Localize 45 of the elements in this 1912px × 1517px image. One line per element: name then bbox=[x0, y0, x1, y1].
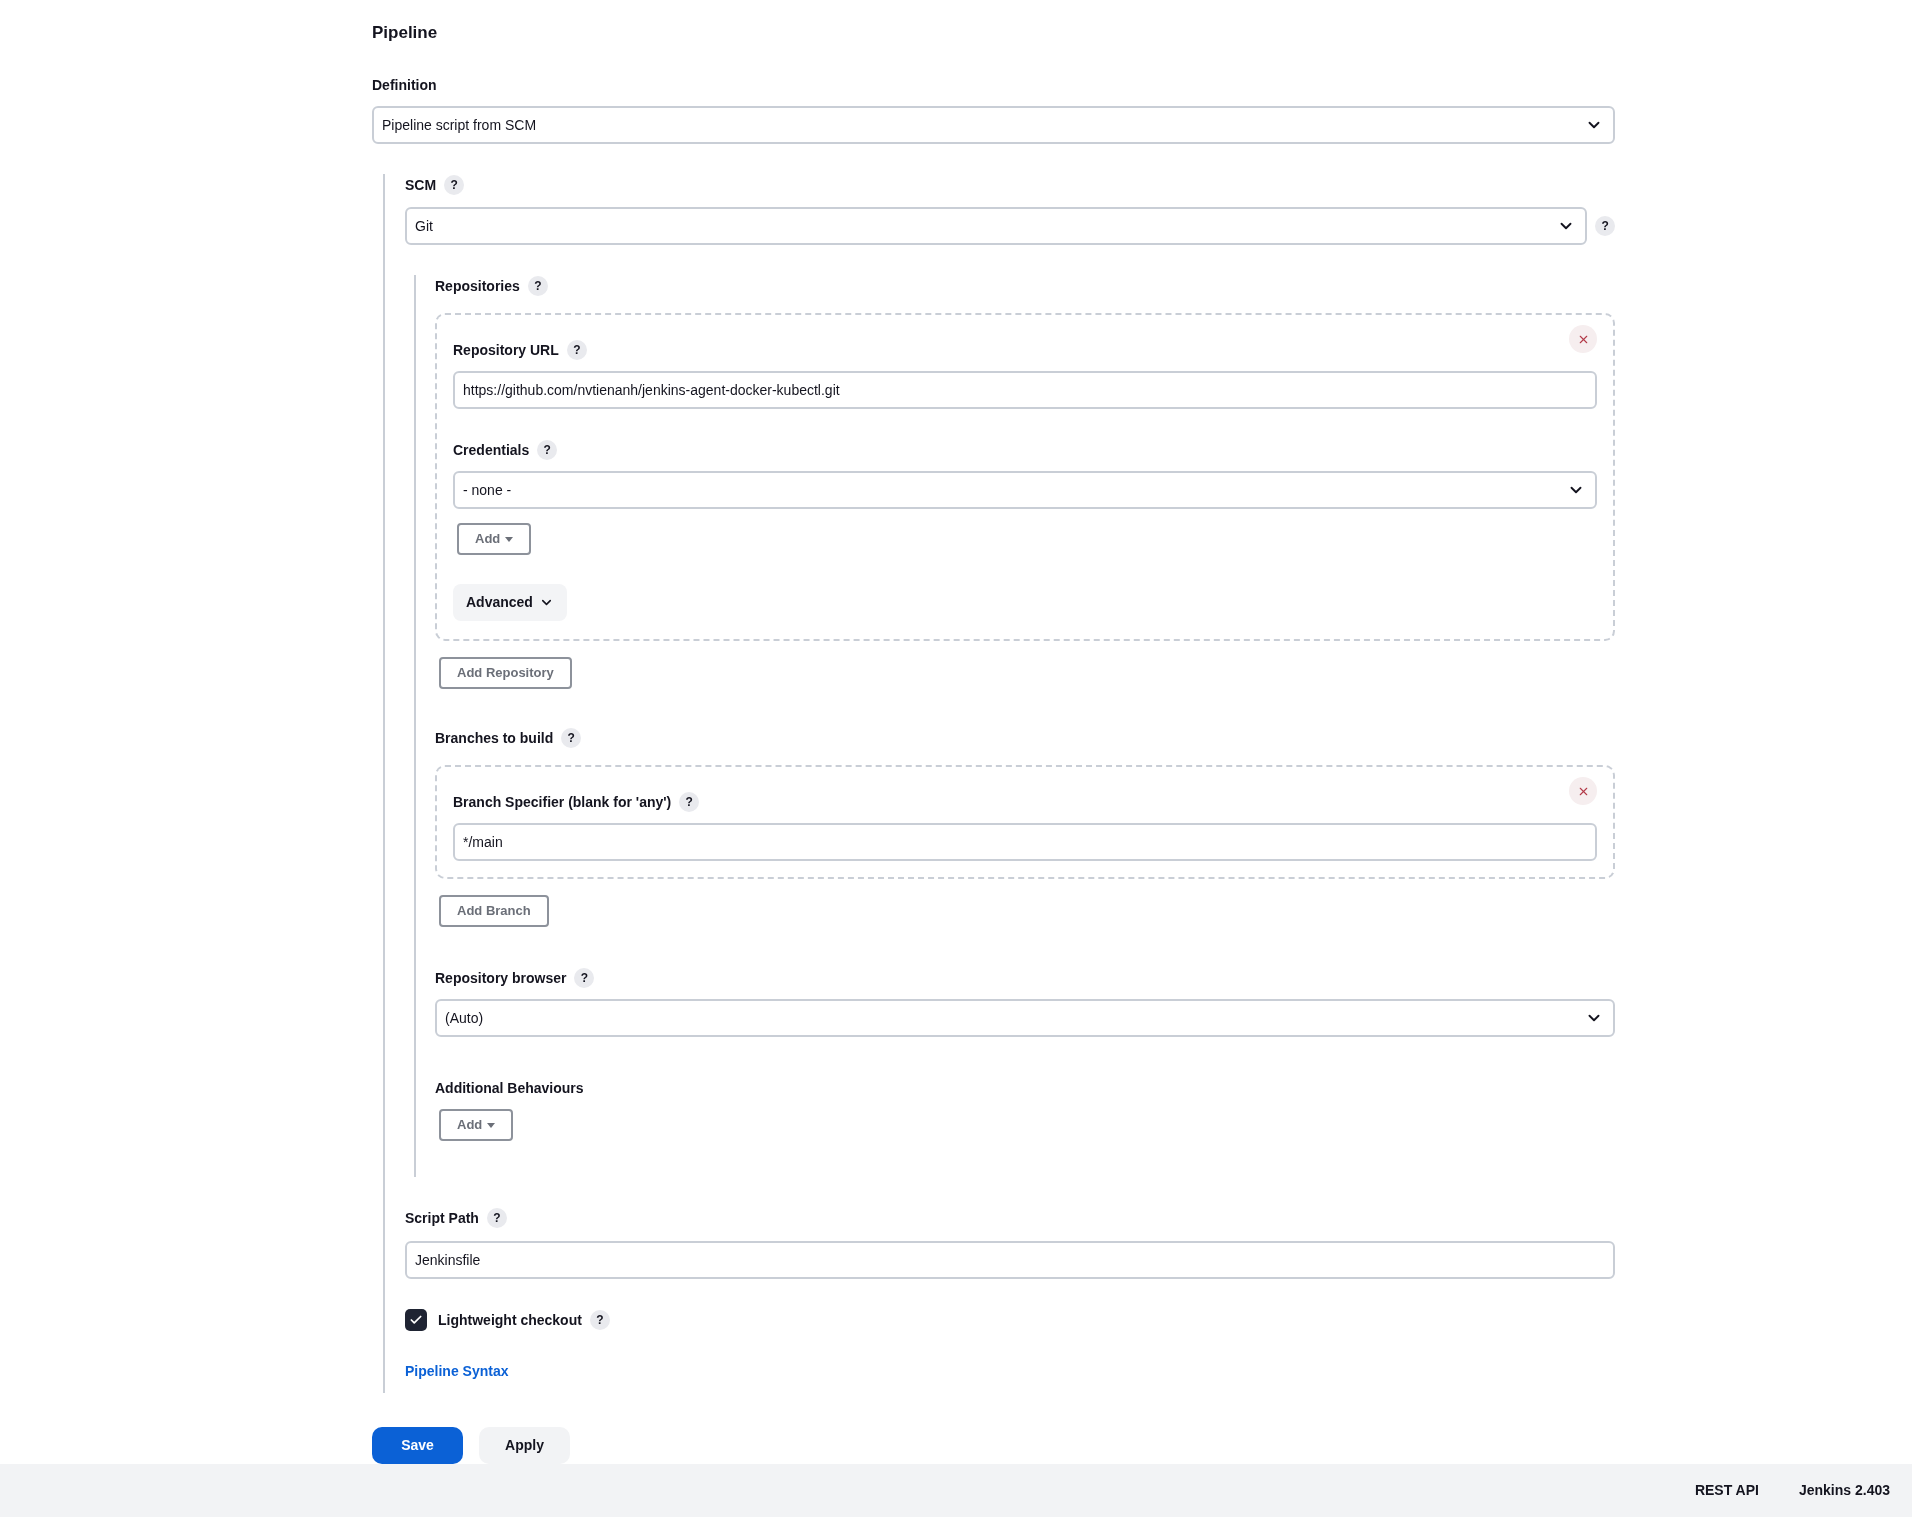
pipeline-syntax-link[interactable]: Pipeline Syntax bbox=[405, 1361, 509, 1382]
text-field[interactable]: https://github.com/nvtienanh/jenkins-agent-docker-kubectl.git bbox=[453, 371, 1597, 409]
help-button[interactable]: ? bbox=[566, 340, 587, 360]
field-label: Definition bbox=[372, 75, 437, 95]
field-label: Script Path bbox=[405, 1208, 479, 1228]
add-button[interactable]: Add Branch bbox=[439, 895, 549, 927]
help-button[interactable]: ? bbox=[486, 1208, 507, 1228]
caret-icon bbox=[487, 1122, 496, 1128]
help-button[interactable]: ? bbox=[1595, 216, 1615, 236]
advanced-button[interactable]: Advanced bbox=[453, 584, 567, 621]
text-field[interactable]: */main bbox=[453, 823, 1597, 861]
field-label: Branches to build bbox=[435, 728, 554, 748]
field-label: Repository browser bbox=[435, 968, 567, 988]
footer-link[interactable]: Jenkins 2.403 bbox=[1798, 1480, 1890, 1501]
footer-link[interactable]: REST API bbox=[1694, 1480, 1759, 1501]
checkbox-label: Lightweight checkout bbox=[438, 1310, 582, 1330]
dropdown[interactable]: Git bbox=[405, 207, 1588, 245]
field-label: Additional Behaviours bbox=[435, 1078, 584, 1098]
add-button[interactable]: Add bbox=[439, 1109, 514, 1141]
remove-button[interactable] bbox=[1569, 325, 1597, 353]
help-button[interactable]: ? bbox=[527, 276, 548, 296]
check-icon bbox=[409, 1313, 423, 1327]
field-label: Branch Specifier (blank for 'any') bbox=[453, 792, 672, 812]
section-title: Pipeline bbox=[372, 22, 439, 44]
apply-button[interactable]: Apply bbox=[479, 1427, 570, 1464]
caret-icon bbox=[505, 536, 514, 542]
field-label: SCM bbox=[405, 175, 437, 195]
help-button[interactable]: ? bbox=[679, 792, 700, 812]
dropdown[interactable]: (Auto) bbox=[435, 999, 1615, 1037]
text-field[interactable]: Jenkinsfile bbox=[405, 1241, 1615, 1279]
help-button[interactable]: ? bbox=[574, 968, 595, 988]
save-button[interactable]: Save bbox=[372, 1427, 463, 1464]
dropdown[interactable]: Pipeline script from SCM bbox=[372, 106, 1615, 144]
field-label: Credentials bbox=[453, 440, 530, 460]
remove-button[interactable] bbox=[1569, 777, 1597, 805]
checkbox[interactable] bbox=[405, 1309, 427, 1331]
help-button[interactable]: ? bbox=[589, 1310, 610, 1330]
dropdown[interactable]: - none - bbox=[453, 471, 1597, 509]
help-button[interactable]: ? bbox=[444, 175, 465, 195]
add-button[interactable]: Add bbox=[457, 523, 532, 555]
field-label: Repositories bbox=[435, 276, 520, 296]
help-button[interactable]: ? bbox=[561, 728, 582, 748]
field-label: Repository URL bbox=[453, 340, 559, 360]
add-button[interactable]: Add Repository bbox=[439, 657, 572, 689]
help-button[interactable]: ? bbox=[537, 440, 558, 460]
